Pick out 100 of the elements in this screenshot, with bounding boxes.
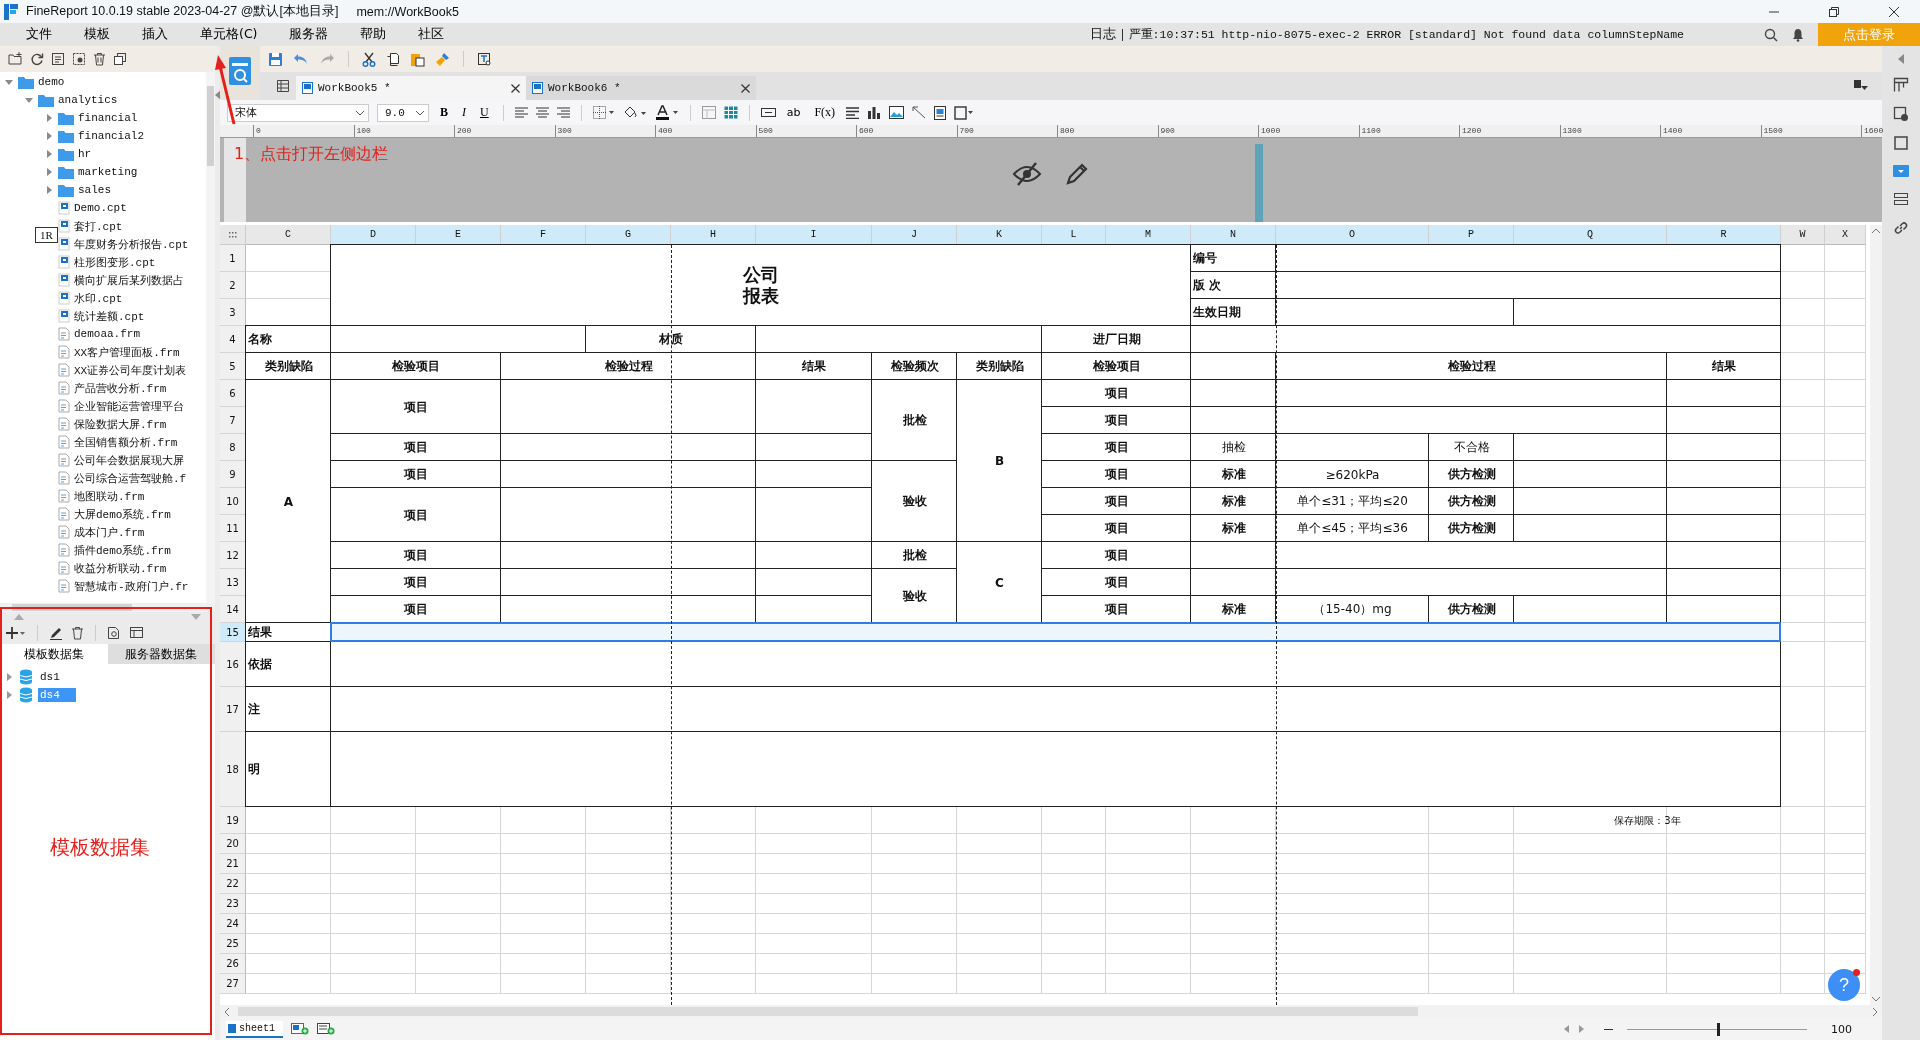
tree-item[interactable]: 大屏demo系统.frm bbox=[74, 506, 171, 522]
row-header[interactable]: 17 bbox=[220, 687, 246, 732]
tree-item[interactable]: 柱形图变形.cpt bbox=[74, 254, 156, 270]
table-cell-text: ≥620kPa bbox=[1324, 466, 1381, 484]
log-message: 严重:10:37:51 http-nio-8075-exec-2 ERROR [standard] Not found data columnStepName bbox=[1128, 27, 1684, 42]
column-header[interactable]: F bbox=[501, 225, 586, 245]
row-header[interactable]: 2 bbox=[220, 272, 246, 299]
font-size-select[interactable]: 9.0 bbox=[383, 106, 405, 119]
menu-item[interactable]: 单元格(C) bbox=[186, 23, 272, 46]
row-header[interactable]: 19 bbox=[220, 807, 246, 834]
row-header[interactable]: 5 bbox=[220, 353, 246, 380]
row-header[interactable]: 20 bbox=[220, 834, 246, 854]
column-header[interactable]: Q bbox=[1514, 225, 1667, 245]
row-header[interactable]: 14 bbox=[220, 596, 246, 623]
column-header[interactable]: L bbox=[1042, 225, 1106, 245]
style-button[interactable]: I bbox=[459, 105, 469, 120]
row-header[interactable]: 7 bbox=[220, 407, 246, 434]
tree-item[interactable]: 公司年会数据展现大屏 bbox=[74, 452, 184, 468]
row-header[interactable]: 12 bbox=[220, 542, 246, 569]
tab[interactable]: WorkBook5 * bbox=[296, 76, 526, 100]
row-header[interactable]: 27 bbox=[220, 974, 246, 994]
column-header[interactable]: W bbox=[1781, 225, 1825, 245]
tree-item[interactable]: XX客户管理面板.frm bbox=[74, 344, 180, 360]
column-header[interactable]: X bbox=[1825, 225, 1866, 245]
tree-item[interactable]: Demo.cpt bbox=[74, 202, 127, 214]
row-header[interactable]: 11 bbox=[220, 515, 246, 542]
tree-item[interactable]: 横向扩展后某列数据占 bbox=[74, 272, 184, 288]
column-header[interactable]: R bbox=[1667, 225, 1781, 245]
dataset-item[interactable]: ds1 bbox=[38, 670, 76, 684]
row-header[interactable]: 4 bbox=[220, 326, 246, 353]
tab[interactable]: WorkBook6 * bbox=[526, 76, 756, 100]
row-header[interactable]: 6 bbox=[220, 380, 246, 407]
row-header[interactable]: 13 bbox=[220, 569, 246, 596]
tree-item[interactable]: hr bbox=[78, 148, 92, 160]
column-header[interactable]: C bbox=[246, 225, 331, 245]
column-header[interactable]: D bbox=[331, 225, 416, 245]
row-header[interactable]: 1 bbox=[220, 245, 246, 272]
tree-item[interactable]: 套打.cpt bbox=[74, 218, 123, 234]
tree-item[interactable]: financial2 bbox=[78, 130, 144, 142]
tree-item[interactable]: 插件demo系统.frm bbox=[74, 542, 171, 558]
tree-item[interactable]: 年度财务分析报告.cpt bbox=[74, 236, 189, 252]
tree-item[interactable]: sales bbox=[78, 184, 111, 196]
column-header[interactable]: J bbox=[872, 225, 957, 245]
row-header[interactable]: 21 bbox=[220, 854, 246, 874]
tree-item[interactable]: 产品营收分析.frm bbox=[74, 380, 167, 396]
tree-item[interactable]: 统计差额.cpt bbox=[74, 308, 145, 324]
row-header[interactable]: 15 bbox=[220, 623, 246, 642]
tree-item[interactable]: 收益分析联动.frm bbox=[74, 560, 167, 576]
row-header[interactable]: 18 bbox=[220, 732, 246, 807]
tree-item[interactable]: marketing bbox=[78, 166, 138, 178]
column-header[interactable]: H bbox=[671, 225, 756, 245]
column-header[interactable]: M bbox=[1106, 225, 1191, 245]
menu-item[interactable]: 服务器 bbox=[275, 23, 343, 46]
table-cell-text: 验收 bbox=[901, 587, 928, 605]
tree-item[interactable]: 水印.cpt bbox=[74, 290, 123, 306]
row-header[interactable]: 16 bbox=[220, 642, 246, 687]
column-header[interactable]: O bbox=[1276, 225, 1429, 245]
tree-item[interactable]: 地图联动.frm bbox=[74, 488, 145, 504]
tree-item[interactable]: 成本门户.frm bbox=[74, 524, 145, 540]
column-header[interactable]: E bbox=[416, 225, 501, 245]
row-header[interactable]: 9 bbox=[220, 461, 246, 488]
row-header[interactable]: 26 bbox=[220, 954, 246, 974]
column-header[interactable]: I bbox=[756, 225, 872, 245]
column-header[interactable]: P bbox=[1429, 225, 1514, 245]
tree-item[interactable]: financial bbox=[78, 112, 138, 124]
row-header[interactable]: 3 bbox=[220, 299, 246, 326]
menu-item[interactable]: 文件 bbox=[12, 23, 66, 46]
row-header[interactable]: 24 bbox=[220, 914, 246, 934]
tree-item[interactable]: demo bbox=[38, 76, 65, 88]
row-header[interactable]: 8 bbox=[220, 434, 246, 461]
text-tool-button[interactable]: F(x) bbox=[811, 105, 839, 120]
menu-item[interactable]: 帮助 bbox=[346, 23, 401, 46]
text-tool-button[interactable]: ab bbox=[783, 106, 804, 119]
table-cell-text: 标准 bbox=[1220, 601, 1247, 618]
sheet-tab[interactable]: sheet1 bbox=[226, 1020, 283, 1038]
menu-item[interactable]: 插入 bbox=[128, 23, 182, 46]
tree-item[interactable]: analytics bbox=[58, 94, 118, 106]
tree-item[interactable]: 企业智能运营管理平台 bbox=[74, 398, 184, 414]
tree-item[interactable]: 保险数据大屏.frm bbox=[74, 416, 167, 432]
row-header[interactable]: 10 bbox=[220, 488, 246, 515]
style-button[interactable]: B bbox=[437, 105, 451, 120]
tab[interactable]: 服务器数据集 bbox=[107, 644, 215, 664]
tree-item[interactable]: 智慧城市-政府门户.fr bbox=[74, 578, 189, 594]
table-cell-text: 名称 bbox=[247, 331, 273, 348]
zoom-reading: 100 bbox=[1831, 1022, 1852, 1036]
tree-item[interactable]: 全国销售额分析.frm bbox=[74, 434, 178, 450]
menu-item[interactable]: 社区 bbox=[404, 23, 459, 46]
style-button[interactable]: U bbox=[477, 105, 492, 120]
tree-item[interactable]: 公司综合运营驾驶舱.f bbox=[74, 470, 187, 486]
row-header[interactable]: 25 bbox=[220, 934, 246, 954]
tree-item[interactable]: XX证券公司年度计划表 bbox=[74, 362, 187, 378]
tree-item[interactable]: demoaa.frm bbox=[74, 328, 140, 340]
menu-item[interactable]: 模板 bbox=[70, 23, 124, 46]
log-label[interactable]: 日志 bbox=[1089, 26, 1116, 43]
column-header[interactable]: G bbox=[586, 225, 671, 245]
column-header[interactable]: K bbox=[957, 225, 1042, 245]
column-header[interactable]: N bbox=[1191, 225, 1276, 245]
table-cell-text: 检验过程 bbox=[1446, 358, 1497, 375]
row-header[interactable]: 23 bbox=[220, 894, 246, 914]
row-header[interactable]: 22 bbox=[220, 874, 246, 894]
